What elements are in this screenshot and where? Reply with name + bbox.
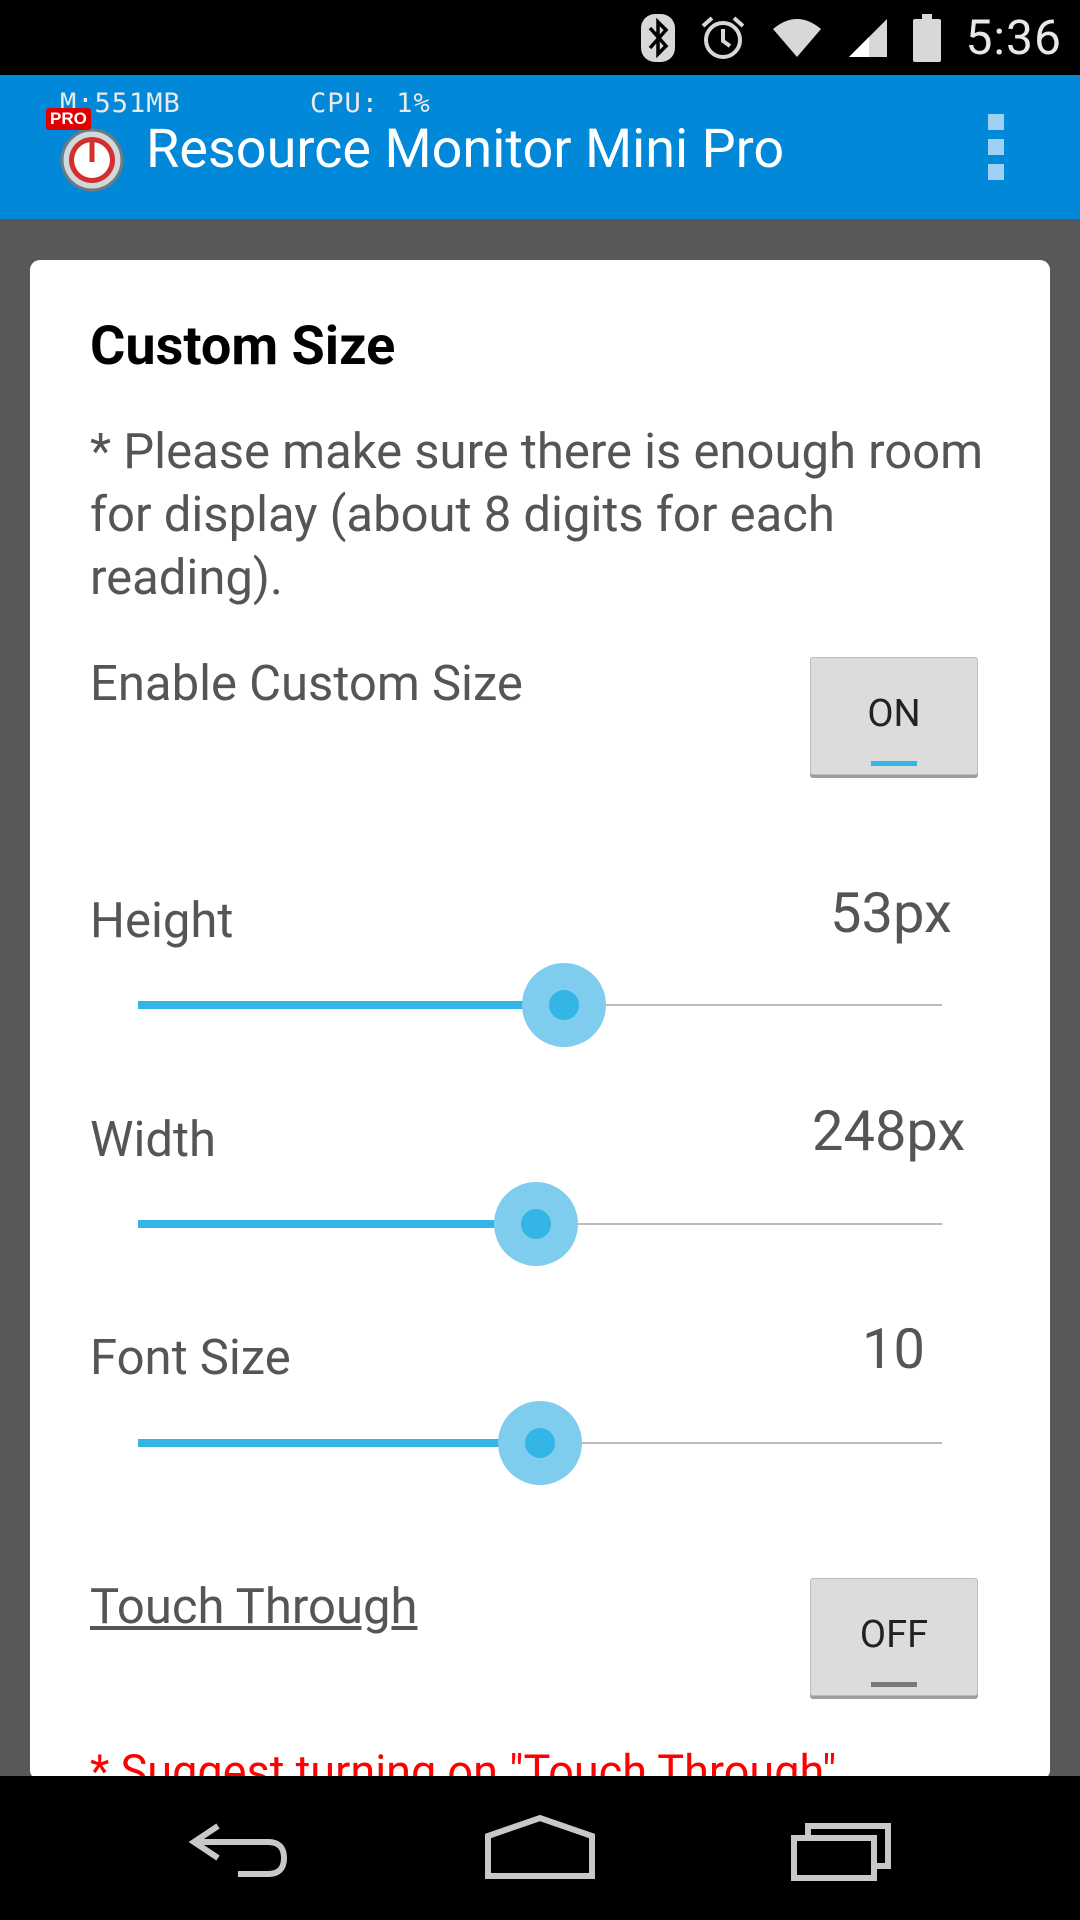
toggle-state-label: ON (867, 692, 921, 736)
app-gauge-icon[interactable] (60, 128, 124, 192)
dialog-description: * Please make sure there is enough room … (90, 423, 984, 606)
touch-through-toggle[interactable]: OFF (810, 1578, 978, 1696)
slider-fill (138, 1439, 540, 1447)
wifi-icon (773, 18, 822, 57)
touch-through-label[interactable]: Touch Through (90, 1578, 417, 1635)
width-slider[interactable] (138, 1182, 942, 1266)
slider-fill (138, 1001, 565, 1009)
recent-apps-icon[interactable] (790, 1814, 894, 1884)
menu-dot (988, 139, 1004, 155)
status-time: 5:36 (965, 9, 1062, 66)
signal-icon (849, 18, 888, 57)
custom-size-dialog: Custom Size * Please make sure there is … (30, 260, 1050, 1780)
height-label: Height (90, 892, 234, 949)
slider-thumb[interactable] (549, 990, 580, 1020)
toggle-indicator (871, 761, 917, 766)
overflow-menu-icon[interactable] (984, 114, 1008, 180)
home-icon[interactable] (484, 1814, 596, 1884)
font-size-slider[interactable] (138, 1401, 942, 1485)
battery-icon (913, 13, 942, 62)
navigation-bar (0, 1776, 1080, 1920)
status-icons: 5:36 (641, 0, 1062, 75)
slider-fill (138, 1220, 536, 1228)
enable-custom-size-toggle[interactable]: ON (810, 657, 978, 775)
toggle-indicator (871, 1682, 917, 1687)
width-value: 248px (812, 1098, 966, 1164)
bluetooth-icon (641, 13, 676, 62)
app-title: Resource Monitor Mini Pro (146, 118, 785, 181)
back-icon[interactable] (188, 1814, 292, 1884)
toggle-state-label: OFF (859, 1613, 929, 1657)
alarm-icon (702, 16, 745, 59)
pro-badge: PRO (46, 108, 91, 130)
width-label: Width (90, 1111, 217, 1168)
slider-thumb[interactable] (520, 1209, 551, 1239)
status-bar: 5:36 (0, 0, 1080, 75)
font-size-label: Font Size (90, 1329, 291, 1386)
menu-dot (988, 114, 1004, 130)
overlay-cpu-readout: CPU: 1% (310, 88, 431, 119)
slider-thumb[interactable] (525, 1428, 555, 1458)
touch-through-suggestion: * Suggest turning on "Touch Through" (90, 1745, 837, 1780)
enable-custom-size-label: Enable Custom Size (90, 655, 523, 712)
height-value: 53px (830, 880, 952, 946)
font-size-value: 10 (862, 1316, 925, 1382)
dialog-title: Custom Size (90, 315, 396, 378)
menu-dot (988, 164, 1004, 180)
height-slider[interactable] (138, 963, 942, 1047)
